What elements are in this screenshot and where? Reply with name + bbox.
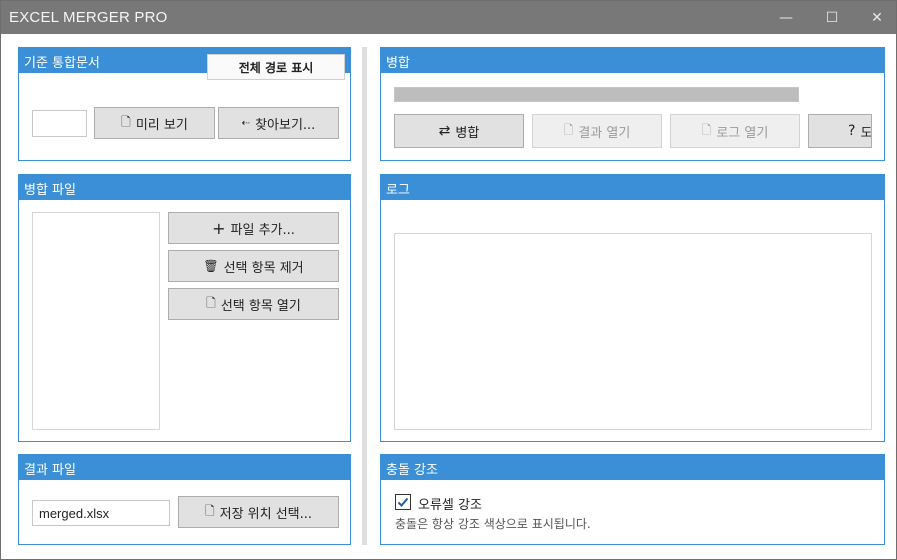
- merge-panel: 병합 ⇄ 병합 🗋 결과 열기 🗋 로그 열기 ? 도: [380, 47, 885, 161]
- plus-icon: +: [212, 218, 226, 238]
- button-label: 로그 열기: [716, 125, 769, 141]
- button-label: 파일 추가...: [230, 222, 295, 238]
- panel-title: 병합 파일: [24, 183, 76, 198]
- browse-button[interactable]: ⇠ 찾아보기...: [218, 107, 339, 139]
- panel-header: 충돌 강조: [381, 455, 884, 480]
- button-label: 저장 위치 선택...: [219, 506, 313, 522]
- show-full-path-button[interactable]: 전체 경로 표시: [207, 54, 345, 80]
- document-icon: 🗋: [701, 122, 712, 137]
- checkbox-label: 오류셀 강조: [418, 498, 482, 513]
- title-bar[interactable]: EXCEL MERGER PRO — ☐ ✕: [1, 1, 896, 34]
- button-label: 선택 항목 제거: [223, 260, 304, 276]
- base-workbook-panel: 기준 통합문서 전체 경로 표시 🗋 미리 보기 ⇠ 찾아보기...: [18, 47, 351, 161]
- log-text-area[interactable]: [394, 233, 872, 430]
- close-icon: ✕: [871, 9, 883, 26]
- app-window: EXCEL MERGER PRO — ☐ ✕ 기준 통합문서 전체 경로 표시 …: [0, 0, 897, 560]
- panel-splitter[interactable]: [362, 47, 367, 545]
- document-icon: 🗋: [206, 295, 216, 310]
- conflict-hint-text: 충돌은 항상 강조 색상으로 표시됩니다.: [395, 517, 591, 531]
- panel-header: 병합 파일: [19, 175, 350, 200]
- choose-save-location-button[interactable]: 🗋 저장 위치 선택...: [178, 496, 339, 528]
- remove-selected-button[interactable]: 🗑 선택 항목 제거: [168, 250, 339, 282]
- conflict-highlight-panel: 충돌 강조 오류셀 강조 충돌은 항상 강조 색상으로 표시됩니다.: [380, 454, 885, 545]
- checkmark-icon: [397, 497, 409, 507]
- minimize-icon: —: [779, 9, 793, 26]
- merge-progress-bar: [394, 87, 799, 102]
- minimize-button[interactable]: —: [763, 1, 809, 34]
- browse-icon: ⇠: [241, 117, 251, 129]
- swap-icon: ⇄: [438, 123, 451, 139]
- button-label: 찾아보기...: [255, 117, 316, 133]
- help-button[interactable]: ? 도: [808, 114, 872, 148]
- maximize-icon: ☐: [825, 9, 839, 26]
- button-label: 미리 보기: [135, 117, 188, 133]
- panel-header: 로그: [381, 175, 884, 200]
- preview-button[interactable]: 🗋 미리 보기: [94, 107, 215, 139]
- button-label: 선택 항목 열기: [220, 298, 301, 314]
- panel-title: 기준 통합문서: [24, 56, 100, 71]
- panel-header: 결과 파일: [19, 455, 350, 480]
- panel-title: 병합: [386, 56, 410, 71]
- panel-title: 결과 파일: [24, 463, 76, 478]
- trash-icon: 🗑: [203, 259, 219, 273]
- maximize-button[interactable]: ☐: [809, 1, 855, 34]
- question-icon: ?: [848, 123, 856, 139]
- button-label: 전체 경로 표시: [238, 60, 314, 75]
- error-cell-highlight-checkbox[interactable]: [395, 494, 411, 510]
- panel-title: 충돌 강조: [386, 463, 438, 478]
- document-icon: 🗋: [121, 114, 131, 129]
- document-icon: 🗋: [204, 503, 215, 518]
- log-panel: 로그: [380, 174, 885, 442]
- window-title: EXCEL MERGER PRO: [9, 9, 168, 26]
- close-button[interactable]: ✕: [854, 1, 897, 34]
- merge-file-list[interactable]: [32, 212, 160, 430]
- open-log-button[interactable]: 🗋 로그 열기: [670, 114, 800, 148]
- document-icon: 🗋: [563, 122, 574, 137]
- open-selected-button[interactable]: 🗋 선택 항목 열기: [168, 288, 339, 320]
- merge-button[interactable]: ⇄ 병합: [394, 114, 524, 148]
- result-file-panel: 결과 파일 merged.xlsx 🗋 저장 위치 선택...: [18, 454, 351, 545]
- merge-files-panel: 병합 파일 + 파일 추가... 🗑 선택 항목 제거 🗋 선택 항목 열기: [18, 174, 351, 442]
- panel-title: 로그: [386, 183, 410, 198]
- button-label: 결과 열기: [578, 125, 631, 141]
- output-filename-field[interactable]: merged.xlsx: [32, 500, 170, 526]
- button-label: 도: [860, 125, 872, 141]
- panel-header: 병합: [381, 48, 884, 73]
- base-path-field[interactable]: [32, 110, 87, 137]
- open-result-button[interactable]: 🗋 결과 열기: [532, 114, 662, 148]
- button-label: 병합: [455, 125, 480, 141]
- add-file-button[interactable]: + 파일 추가...: [168, 212, 339, 244]
